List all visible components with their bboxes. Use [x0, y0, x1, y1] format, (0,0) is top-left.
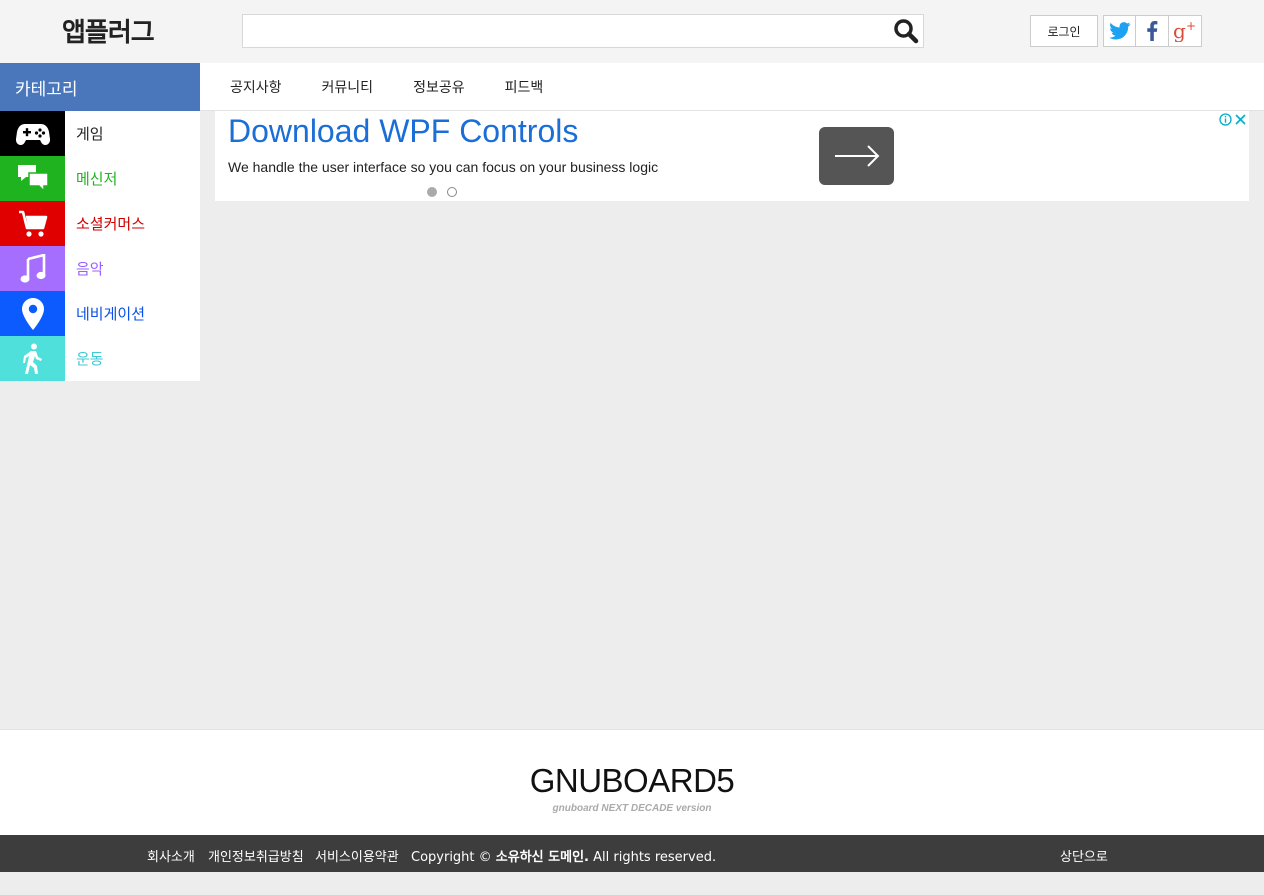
copyright-suffix: All rights reserved. — [593, 850, 717, 865]
category-item-music[interactable]: 음악 — [0, 246, 200, 291]
svg-text:+: + — [1186, 20, 1196, 33]
category-icon-bg — [0, 246, 65, 291]
copyright: Copyright © 소유하신 도메인. All rights reserve… — [411, 846, 716, 865]
walking-person-icon — [22, 343, 42, 374]
category-header: 카테고리 — [0, 63, 200, 111]
category-icon-bg — [0, 201, 65, 246]
footer-bar: 회사소개 개인정보취급방침 서비스이용약관 Copyright © 소유하신 도… — [0, 835, 1264, 872]
ad-description: We handle the user interface so you can … — [228, 159, 659, 175]
category-icon-bg — [0, 156, 65, 201]
category-list: 게임 메신저 소셜커머스 음악 네비게이션 운동 — [0, 111, 200, 381]
footer-link-company[interactable]: 회사소개 — [147, 846, 195, 865]
ad-info-button[interactable] — [1218, 112, 1233, 127]
music-note-icon — [20, 253, 45, 283]
gnuboard-logo: GNUBOARD5 — [529, 762, 735, 799]
category-label: 메신저 — [76, 170, 118, 188]
site-logo[interactable]: 앱플러그 — [62, 12, 155, 49]
nav-item-info-share[interactable]: 정보공유 — [413, 77, 465, 97]
copyright-prefix: Copyright © — [411, 850, 492, 865]
google-plus-icon: g + — [1173, 20, 1196, 42]
search-input[interactable] — [243, 15, 883, 47]
footer-link-terms[interactable]: 서비스이용약관 — [315, 846, 399, 865]
header: 앱플러그 로그인 g + — [0, 0, 1264, 63]
login-button[interactable]: 로그인 — [1030, 15, 1098, 47]
nav-item-feedback[interactable]: 피드백 — [505, 77, 544, 97]
arrow-right-icon — [834, 145, 879, 167]
category-item-game[interactable]: 게임 — [0, 111, 200, 156]
category-label: 네비게이션 — [76, 305, 146, 323]
category-item-messenger[interactable]: 메신저 — [0, 156, 200, 201]
facebook-icon — [1147, 21, 1158, 41]
copyright-owner: 소유하신 도메인. — [495, 850, 589, 865]
footer-logo-area: GNUBOARD5 gnuboard NEXT DECADE version — [0, 729, 1264, 835]
ad-dot-2[interactable] — [447, 187, 457, 197]
back-to-top-link[interactable]: 상단으로 — [1060, 846, 1108, 865]
category-icon-bg — [0, 291, 65, 336]
gnuboard-tagline: gnuboard NEXT DECADE version — [552, 803, 712, 814]
close-icon — [1235, 114, 1246, 125]
social-links: g + — [1103, 15, 1202, 47]
category-icon-bg — [0, 336, 65, 381]
twitter-icon — [1108, 22, 1131, 40]
map-pin-icon — [21, 297, 44, 330]
ad-close-button[interactable] — [1233, 112, 1248, 127]
category-label: 소셜커머스 — [76, 215, 146, 233]
cart-icon — [18, 210, 47, 237]
footer-link-privacy[interactable]: 개인정보취급방침 — [208, 846, 304, 865]
category-label: 음악 — [76, 260, 104, 278]
info-icon — [1219, 113, 1232, 126]
category-item-exercise[interactable]: 운동 — [0, 336, 200, 381]
category-label: 운동 — [76, 350, 104, 368]
search-icon — [894, 19, 919, 44]
ad-dot-1[interactable] — [427, 187, 437, 197]
search-box — [242, 14, 924, 48]
category-item-navigation[interactable]: 네비게이션 — [0, 291, 200, 336]
category-icon-bg — [0, 111, 65, 156]
google-plus-button[interactable]: g + — [1169, 16, 1201, 46]
gamepad-icon — [15, 123, 50, 145]
ad-banner: Download WPF Controls We handle the user… — [215, 111, 1249, 201]
search-button[interactable] — [891, 17, 921, 45]
category-item-social-commerce[interactable]: 소셜커머스 — [0, 201, 200, 246]
nav-item-notice[interactable]: 공지사항 — [230, 77, 282, 97]
ad-arrow-button[interactable] — [819, 127, 894, 185]
facebook-button[interactable] — [1136, 16, 1169, 46]
top-navigation: 공지사항 커뮤니티 정보공유 피드백 — [200, 63, 1264, 111]
nav-item-community[interactable]: 커뮤니티 — [322, 77, 374, 97]
ad-title[interactable]: Download WPF Controls — [228, 113, 578, 150]
twitter-button[interactable] — [1104, 16, 1137, 46]
svg-text:g: g — [1173, 20, 1186, 42]
category-label: 게임 — [76, 125, 104, 143]
chat-icon — [17, 164, 49, 193]
